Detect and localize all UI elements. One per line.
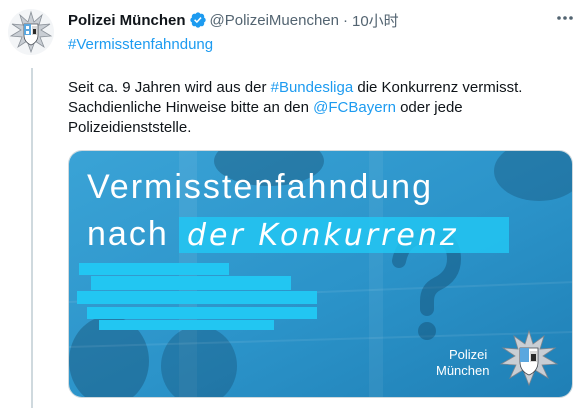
media-graphic: Vermisstenfahndung nach der Konkurrenz P…	[69, 151, 572, 397]
media-title-line-2-handwritten: der Konkurrenz	[187, 218, 459, 253]
avatar[interactable]	[8, 9, 54, 55]
thread-line	[31, 68, 33, 408]
hashtag-bundesliga[interactable]: #Bundesliga	[271, 79, 354, 96]
tweet-text-line-2: Sachdienliche Hinweise bitte an den @FCB…	[68, 98, 558, 118]
author-name[interactable]: Polizei München	[68, 12, 186, 29]
mention-fcbayern[interactable]: @FCBayern	[313, 99, 396, 116]
text-segment: Seit ca. 9 Jahren wird aus der	[68, 79, 271, 96]
text-segment: die Konkurrenz vermisst.	[353, 79, 523, 96]
tweet-media-image[interactable]: Vermisstenfahndung nach der Konkurrenz P…	[68, 150, 573, 398]
tweet-text: Seit ca. 9 Jahren wird aus der #Bundesli…	[68, 78, 558, 138]
redaction-mark	[79, 263, 229, 275]
media-title-line-2-prefix: nach	[87, 215, 169, 253]
media-footer-line-2: München	[436, 363, 489, 378]
redaction-mark	[99, 320, 274, 330]
media-title-line-1: Vermisstenfahndung	[87, 168, 433, 206]
redaction-mark	[91, 276, 291, 290]
police-star-badge-icon	[9, 10, 53, 54]
author-handle[interactable]: @PolizeiMuenchen	[210, 12, 339, 29]
question-mark-dot	[418, 322, 436, 340]
redaction-mark	[77, 291, 317, 304]
tweet-header: Polizei München @PolizeiMuenchen · 10小时	[68, 8, 399, 32]
more-options-icon[interactable]	[553, 9, 577, 27]
media-footer-line-1: Polizei	[449, 347, 487, 362]
verified-badge-icon	[189, 12, 206, 28]
tweet-text-line-1: Seit ca. 9 Jahren wird aus der #Bundesli…	[68, 78, 558, 98]
separator-dot: ·	[342, 11, 348, 29]
tweet-timestamp[interactable]: 10小时	[352, 10, 399, 31]
text-segment: oder jede	[395, 99, 463, 116]
top-hashtag[interactable]: #Vermisstenfahndung	[68, 36, 213, 53]
tweet-text-line-3: Polizeidienststelle.	[68, 119, 192, 136]
text-segment: Sachdienliche Hinweise bitte an den	[68, 99, 314, 116]
redaction-mark	[87, 307, 317, 319]
